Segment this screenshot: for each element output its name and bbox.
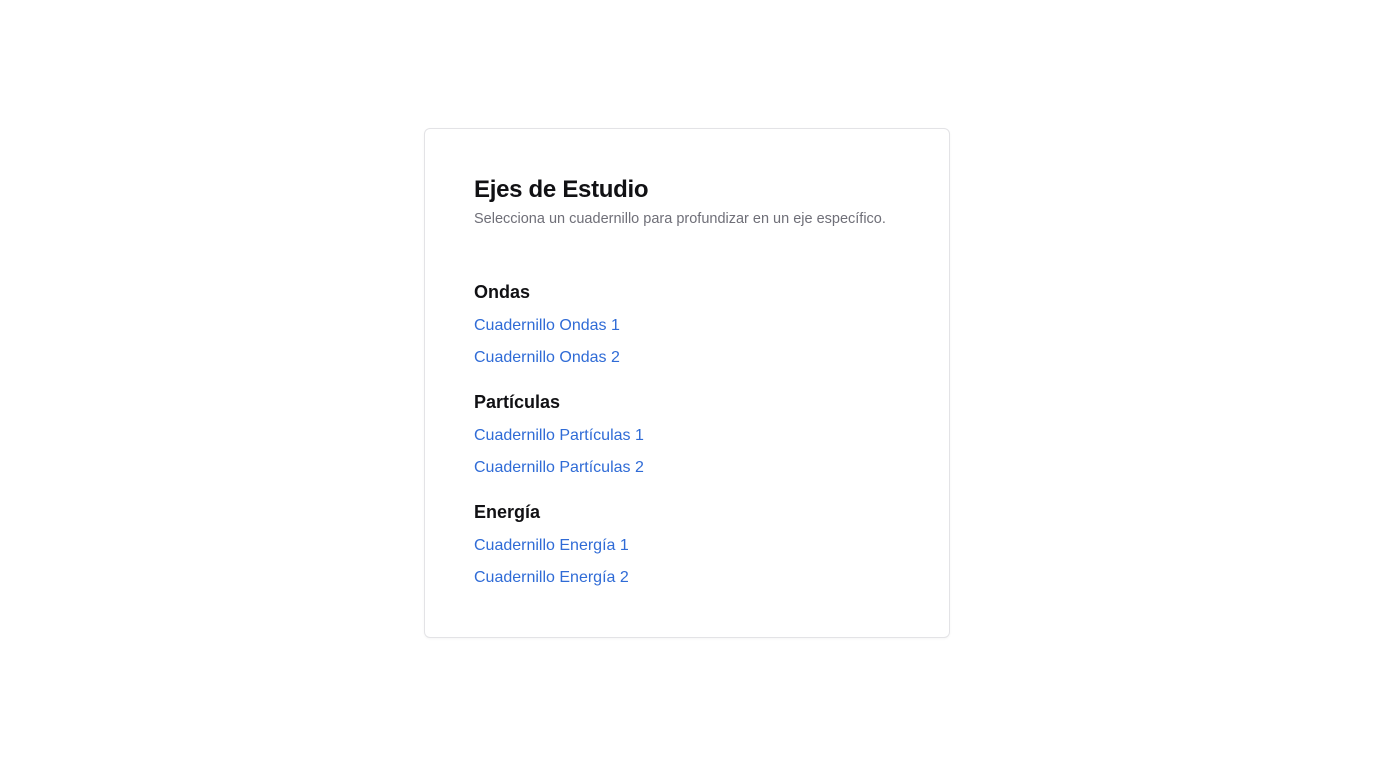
list-item: Cuadernillo Ondas 2 xyxy=(474,347,900,379)
link-cuadernillo-energia-1[interactable]: Cuadernillo Energía 1 xyxy=(474,537,629,554)
section-title-ondas: Ondas xyxy=(474,282,531,302)
section-ondas: Ondas Cuadernillo Ondas 1 Cuadernillo On… xyxy=(474,281,900,379)
card-header: Ejes de Estudio Selecciona un cuadernill… xyxy=(474,175,900,229)
link-cuadernillo-ondas-1[interactable]: Cuadernillo Ondas 1 xyxy=(474,317,620,334)
link-cuadernillo-ondas-2[interactable]: Cuadernillo Ondas 2 xyxy=(474,349,620,366)
page-subtitle: Selecciona un cuadernillo para profundiz… xyxy=(474,211,886,227)
study-axes-card: Ejes de Estudio Selecciona un cuadernill… xyxy=(424,128,950,638)
link-list-energia: Cuadernillo Energía 1 Cuadernillo Energí… xyxy=(474,535,900,599)
link-cuadernillo-particulas-1[interactable]: Cuadernillo Partículas 1 xyxy=(474,427,644,444)
section-title-energia: Energía xyxy=(474,502,541,522)
list-item: Cuadernillo Ondas 1 xyxy=(474,315,900,347)
link-list-particulas: Cuadernillo Partículas 1 Cuadernillo Par… xyxy=(474,425,900,489)
section-particulas: Partículas Cuadernillo Partículas 1 Cuad… xyxy=(474,391,900,489)
section-title-particulas: Partículas xyxy=(474,392,561,412)
page: Ejes de Estudio Selecciona un cuadernill… xyxy=(0,0,1376,768)
list-item: Cuadernillo Partículas 2 xyxy=(474,457,900,489)
link-list-ondas: Cuadernillo Ondas 1 Cuadernillo Ondas 2 xyxy=(474,315,900,379)
list-item: Cuadernillo Energía 2 xyxy=(474,567,900,599)
section-energia: Energía Cuadernillo Energía 1 Cuadernill… xyxy=(474,501,900,599)
page-title: Ejes de Estudio xyxy=(474,176,649,203)
link-cuadernillo-particulas-2[interactable]: Cuadernillo Partículas 2 xyxy=(474,459,644,476)
list-item: Cuadernillo Partículas 1 xyxy=(474,425,900,457)
link-cuadernillo-energia-2[interactable]: Cuadernillo Energía 2 xyxy=(474,569,629,586)
list-item: Cuadernillo Energía 1 xyxy=(474,535,900,567)
